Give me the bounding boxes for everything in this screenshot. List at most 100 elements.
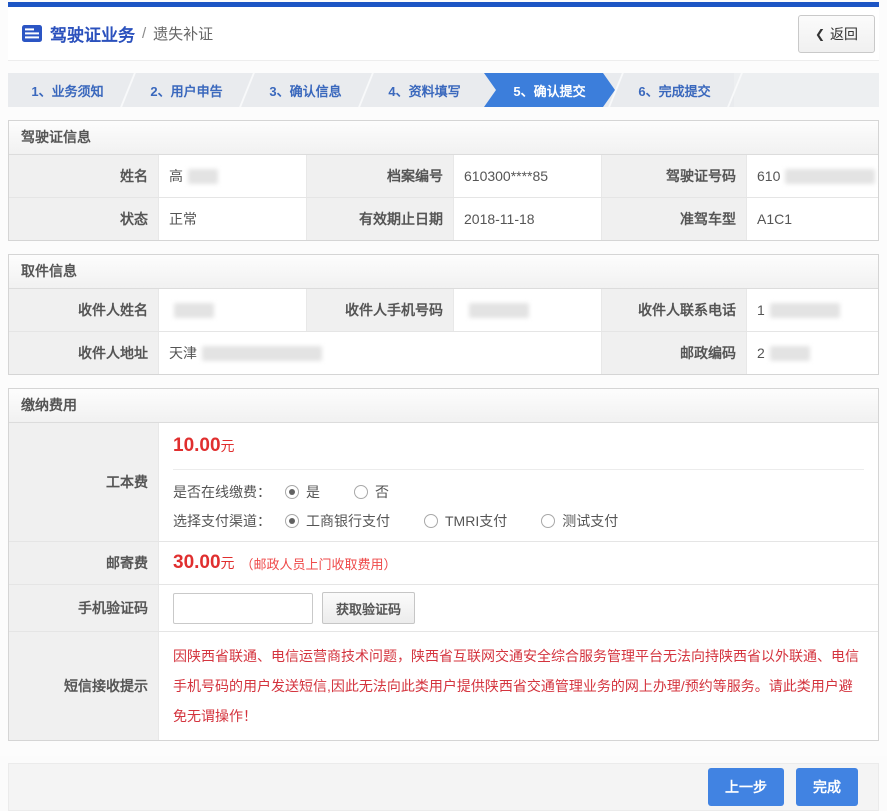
radio-unchecked-icon <box>424 514 438 528</box>
redacted-blur <box>785 169 875 184</box>
sms-code-label: 手机验证码 <box>9 585 159 631</box>
license-number-value: 610 <box>747 155 885 197</box>
sms-code-row: 手机验证码 获取验证码 <box>9 584 878 631</box>
base-fee-unit: 元 <box>221 438 235 454</box>
base-fee-content: 10.00元 是否在线缴费： 是 否 选择支付渠道： <box>159 423 878 541</box>
radio-checked-icon <box>285 485 299 499</box>
step-label: 6、完成提交 <box>638 81 710 100</box>
back-button[interactable]: ❮ 返回 <box>798 15 875 53</box>
table-row: 收件人地址 天津 邮政编码 2 <box>9 331 878 374</box>
online-pay-question: 是否在线缴费： <box>173 482 271 502</box>
redacted-blur <box>174 303 214 318</box>
radio-channel-test[interactable]: 测试支付 <box>541 511 618 531</box>
base-fee-label: 工本费 <box>9 423 159 541</box>
radio-unchecked-icon <box>354 485 368 499</box>
channel-question: 选择支付渠道： <box>173 511 271 531</box>
expiry-value: 2018-11-18 <box>454 198 602 240</box>
step-progress-bar: 1、业务须知 2、用户申告 3、确认信息 4、资料填写 5、确认提交 6、完成提… <box>8 73 879 107</box>
radio-label: 工商银行支付 <box>306 511 390 531</box>
status-label: 状态 <box>9 198 159 240</box>
license-form-icon <box>22 25 42 42</box>
redacted-blur <box>469 303 529 318</box>
recipient-mobile-value <box>454 289 602 331</box>
get-code-button[interactable]: 获取验证码 <box>322 592 415 624</box>
radio-unchecked-icon <box>541 514 555 528</box>
back-button-label: 返回 <box>830 24 858 44</box>
expiry-label: 有效期止日期 <box>307 198 454 240</box>
mail-fee-unit: 元 <box>221 553 235 573</box>
table-row: 姓名 高 档案编号 610300****85 驾驶证号码 610 <box>9 155 878 197</box>
base-fee-amount-line: 10.00元 <box>173 435 864 457</box>
radio-online-no[interactable]: 否 <box>354 482 389 502</box>
step-tab-6[interactable]: 6、完成提交 <box>615 73 734 107</box>
table-row: 收件人姓名 收件人手机号码 收件人联系电话 1 <box>9 289 878 331</box>
license-section-title: 驾驶证信息 <box>9 121 878 155</box>
sms-code-input[interactable] <box>173 593 313 624</box>
status-value: 正常 <box>159 198 307 240</box>
breadcrumb-separator: / <box>142 25 146 42</box>
payment-section-title: 缴纳费用 <box>9 389 878 423</box>
previous-step-button[interactable]: 上一步 <box>708 768 784 806</box>
radio-label: 否 <box>375 482 389 502</box>
step-label: 2、用户申告 <box>150 81 222 100</box>
mail-fee-label: 邮寄费 <box>9 542 159 584</box>
breadcrumb: 驾驶证业务 / 遗失补证 <box>22 21 213 46</box>
base-fee-amount: 10.00 <box>173 435 221 456</box>
redacted-blur <box>188 169 218 184</box>
step-tab-1[interactable]: 1、业务须知 <box>8 73 127 107</box>
chevron-left-icon: ❮ <box>815 27 825 41</box>
step-label: 3、确认信息 <box>269 81 341 100</box>
table-row: 状态 正常 有效期止日期 2018-11-18 准驾车型 A1C1 <box>9 197 878 240</box>
step-label: 5、确认提交 <box>513 81 585 100</box>
radio-online-yes[interactable]: 是 <box>285 482 320 502</box>
sms-notice-row: 短信接收提示 因陕西省联通、电信运营商技术问题，陕西省互联网交通安全综合服务管理… <box>9 631 878 740</box>
mail-fee-row: 邮寄费 30.00元 （邮政人员上门收取费用） <box>9 541 878 584</box>
file-number-value: 610300****85 <box>454 155 602 197</box>
sms-code-content: 获取验证码 <box>159 585 878 631</box>
step-tab-3[interactable]: 3、确认信息 <box>246 73 365 107</box>
breadcrumb-current: 遗失补证 <box>153 23 213 44</box>
recipient-address-label: 收件人地址 <box>9 332 159 374</box>
postal-code-label: 邮政编码 <box>602 332 747 374</box>
steps-filler <box>734 73 879 107</box>
finish-button[interactable]: 完成 <box>796 768 858 806</box>
radio-channel-icbc[interactable]: 工商银行支付 <box>285 511 390 531</box>
step-label: 1、业务须知 <box>31 81 103 100</box>
base-fee-row: 工本费 10.00元 是否在线缴费： 是 否 <box>9 423 878 541</box>
page: 驾驶证业务 / 遗失补证 ❮ 返回 1、业务须知 2、用户申告 3、确认信息 4… <box>0 0 887 756</box>
sms-notice-text: 因陕西省联通、电信运营商技术问题，陕西省互联网交通安全综合服务管理平台无法向持陕… <box>173 641 862 731</box>
divider <box>173 469 864 470</box>
radio-label: 是 <box>306 482 320 502</box>
radio-label: TMRI支付 <box>445 511 507 531</box>
license-number-label: 驾驶证号码 <box>602 155 747 197</box>
mail-fee-content: 30.00元 （邮政人员上门收取费用） <box>159 542 878 584</box>
file-number-label: 档案编号 <box>307 155 454 197</box>
footer-action-bar: 上一步 完成 <box>8 763 879 811</box>
radio-label: 测试支付 <box>562 511 618 531</box>
redacted-blur <box>202 346 322 361</box>
mail-fee-amount: 30.00 <box>173 552 221 574</box>
step-label: 4、资料填写 <box>388 81 460 100</box>
redacted-blur <box>770 303 840 318</box>
pickup-info-section: 取件信息 收件人姓名 收件人手机号码 收件人联系电话 1 收件人地址 天津 邮政… <box>8 254 879 375</box>
name-label: 姓名 <box>9 155 159 197</box>
recipient-phone-label: 收件人联系电话 <box>602 289 747 331</box>
postal-code-value: 2 <box>747 332 878 374</box>
sms-notice-label: 短信接收提示 <box>9 632 159 740</box>
recipient-phone-value: 1 <box>747 289 878 331</box>
recipient-address-value: 天津 <box>159 332 602 374</box>
name-value: 高 <box>159 155 307 197</box>
recipient-mobile-label: 收件人手机号码 <box>307 289 454 331</box>
step-tab-2[interactable]: 2、用户申告 <box>127 73 246 107</box>
vehicle-class-value: A1C1 <box>747 198 878 240</box>
step-tab-4[interactable]: 4、资料填写 <box>365 73 484 107</box>
vehicle-class-label: 准驾车型 <box>602 198 747 240</box>
radio-channel-tmri[interactable]: TMRI支付 <box>424 511 507 531</box>
recipient-name-label: 收件人姓名 <box>9 289 159 331</box>
mail-fee-note: （邮政人员上门收取费用） <box>241 554 397 573</box>
pickup-section-title: 取件信息 <box>9 255 878 289</box>
redacted-blur <box>770 346 810 361</box>
step-tab-5-active[interactable]: 5、确认提交 <box>484 73 615 107</box>
channel-line: 选择支付渠道： 工商银行支付 TMRI支付 测试支付 <box>173 511 864 531</box>
payment-section: 缴纳费用 工本费 10.00元 是否在线缴费： 是 否 <box>8 388 879 741</box>
